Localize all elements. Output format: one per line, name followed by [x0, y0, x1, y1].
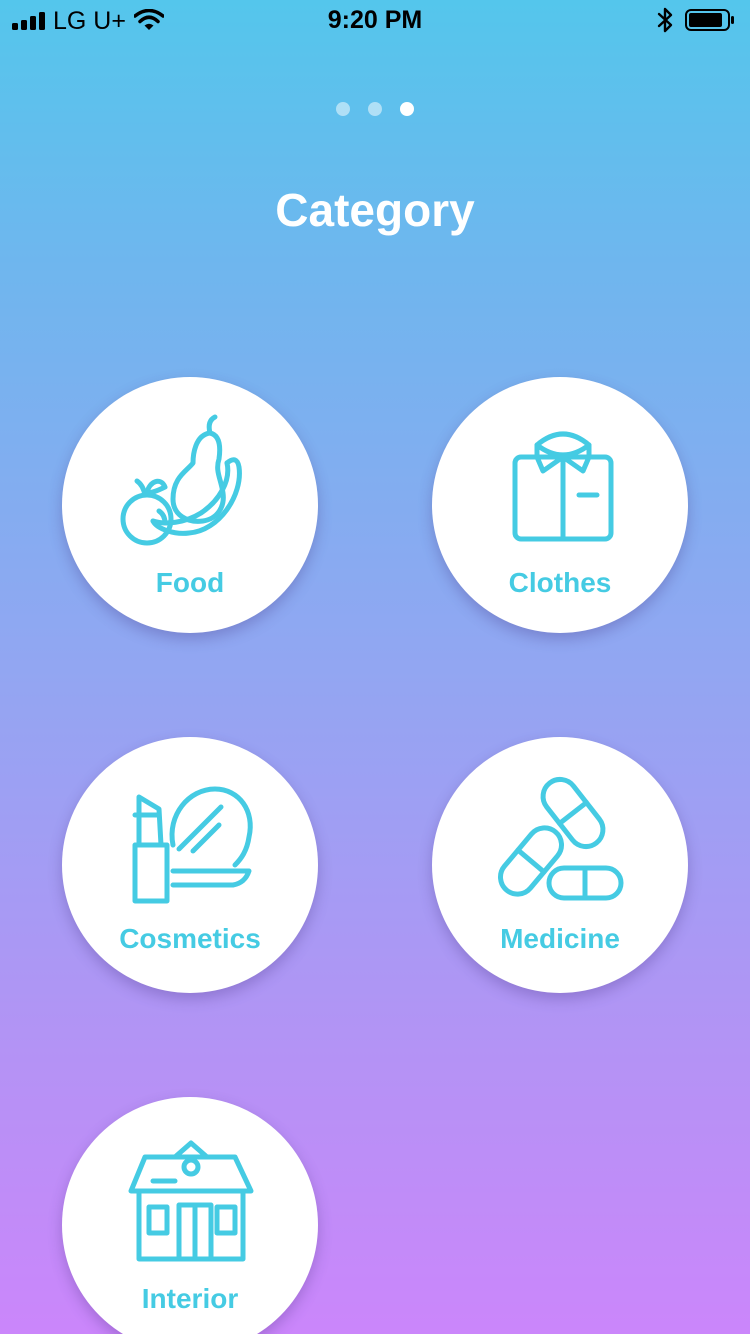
category-medicine-button[interactable]: Medicine [432, 737, 688, 993]
lipstick-mirror-icon [115, 775, 265, 905]
category-cosmetics-button[interactable]: Cosmetics [62, 737, 318, 993]
house-icon [115, 1135, 265, 1265]
page-dot-1[interactable] [336, 102, 350, 116]
page-indicator[interactable] [0, 102, 750, 118]
category-label: Clothes [508, 567, 612, 598]
category-interior-button[interactable]: Interior [62, 1097, 318, 1334]
bluetooth-icon [655, 7, 675, 33]
category-label: Cosmetics [119, 923, 261, 954]
category-label: Interior [141, 1283, 239, 1314]
battery-icon [685, 9, 735, 31]
page-dot-2[interactable] [368, 102, 382, 116]
category-label: Food [155, 567, 225, 598]
page-title: Category [275, 184, 475, 236]
fruit-icon [115, 414, 265, 546]
clock: 9:20 PM [327, 6, 423, 34]
status-bar: LG U+ 9:20 PM [0, 0, 750, 40]
shirt-icon [485, 415, 635, 545]
category-clothes-button[interactable]: Clothes [432, 377, 688, 633]
pills-icon [485, 775, 635, 905]
category-food-button[interactable]: Food [62, 377, 318, 633]
page-dot-3-active[interactable] [400, 102, 414, 116]
category-label: Medicine [500, 923, 620, 954]
